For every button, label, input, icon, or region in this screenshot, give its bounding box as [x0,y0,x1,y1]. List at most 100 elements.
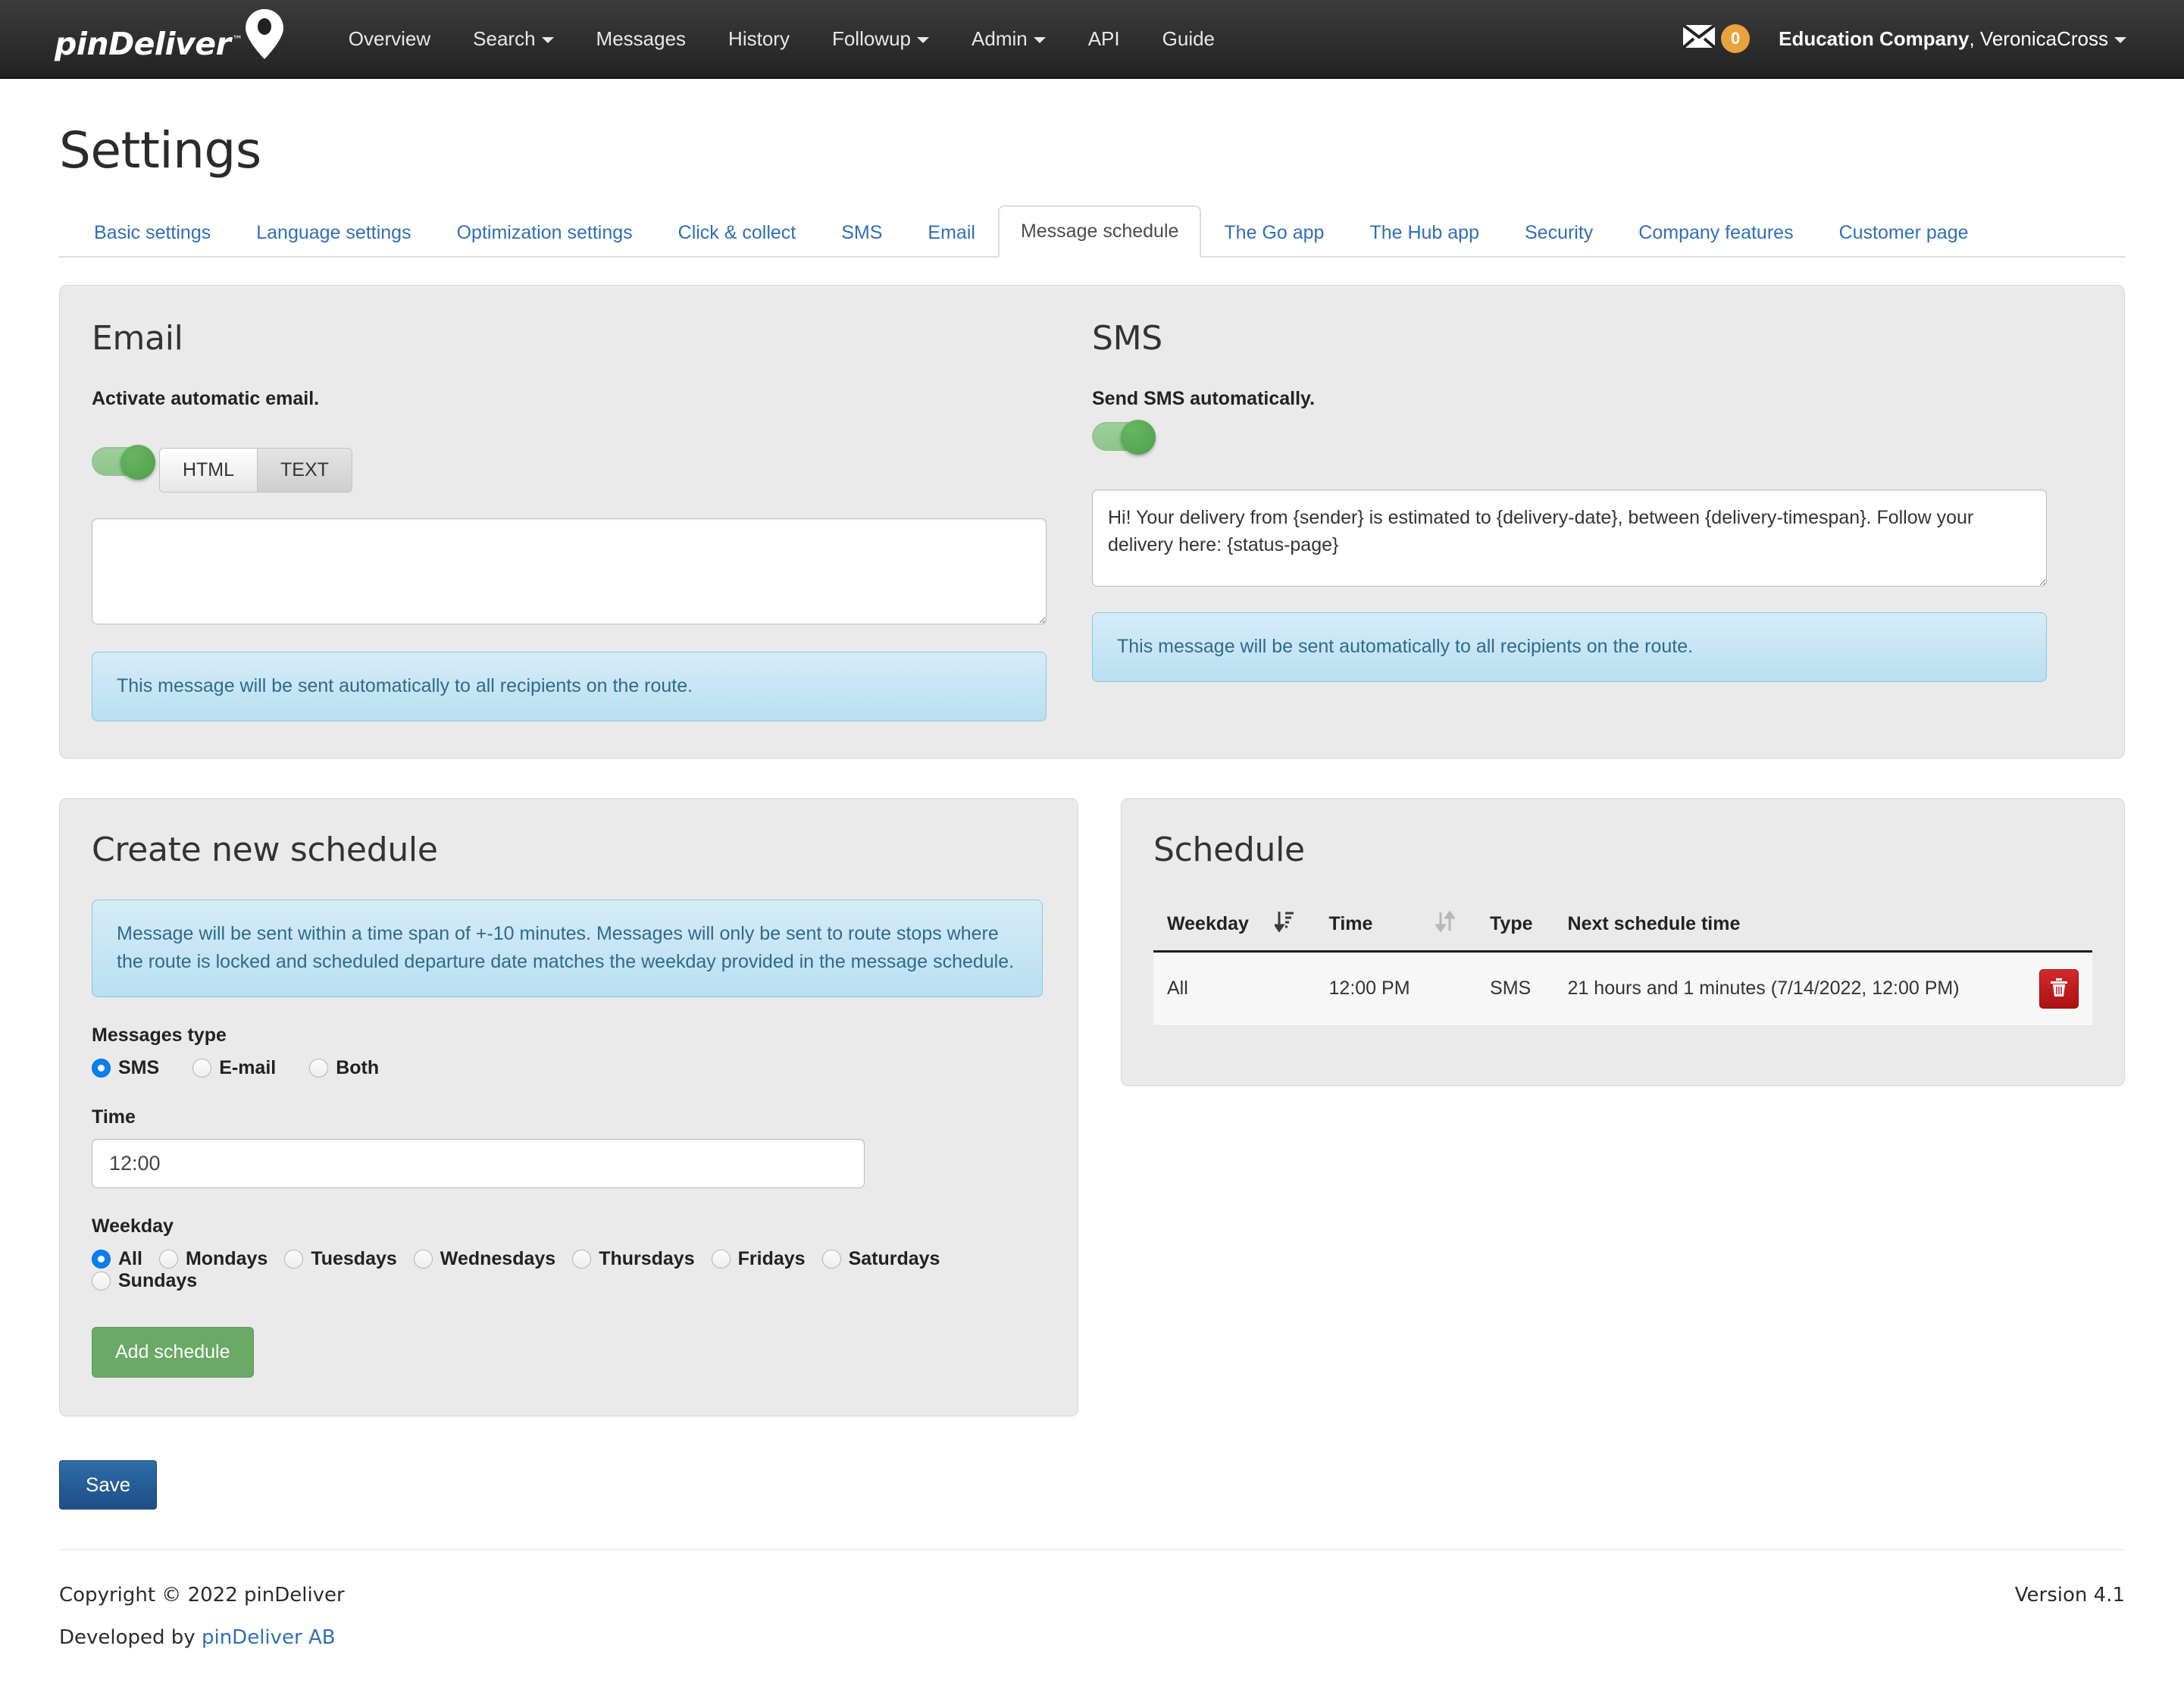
add-schedule-button[interactable]: Add schedule [92,1326,254,1378]
tab-the-hub-app[interactable]: The Hub app [1347,207,1502,258]
email-toggle-label: Activate automatic email. [92,388,320,409]
radio-indicator [192,1058,212,1078]
nav-item-messages[interactable]: Messages [575,0,708,78]
footer-developer-link[interactable]: pinDeliver AB [202,1626,336,1649]
tab-customer-page[interactable]: Customer page [1816,207,1992,258]
messages-type-radio-group: SMS E-mail Both [92,1057,1046,1079]
radio-label: E-mail [219,1056,277,1078]
cell-time: 12:00 PM [1315,951,1436,1026]
table-row: All 12:00 PM SMS 21 hours and 1 minutes … [1153,951,2092,1026]
nav-item-history[interactable]: History [707,0,811,78]
email-format-html-button[interactable]: HTML [158,448,258,493]
sms-section: SMS Send SMS automatically. This message… [1092,319,2092,721]
main-nav: Overview Search Messages History Followu… [327,0,1236,78]
chevron-down-icon [541,37,554,44]
sort-amount-desc-icon[interactable] [1272,899,1316,953]
email-message-textarea[interactable] [92,518,1047,624]
save-button[interactable]: Save [59,1460,158,1510]
schedule-table-head: Weekday Time Type Next schedule time [1153,899,2092,953]
tab-the-go-app[interactable]: The Go app [1201,207,1347,258]
column-header-type[interactable]: Type [1476,899,1554,953]
create-schedule-column: Create new schedule Message will be sent… [59,797,1078,1416]
weekday-label: Weekday [92,1215,174,1237]
email-format-text-button[interactable]: TEXT [258,448,352,493]
account-separator: , [1969,27,1980,50]
cell-type: SMS [1476,951,1554,1026]
toggle-knob [120,445,155,480]
nav-item-overview[interactable]: Overview [327,0,452,78]
email-info-alert: This message will be sent automatically … [92,652,1047,721]
column-header-time[interactable]: Time [1315,899,1436,953]
sms-message-textarea[interactable] [1092,490,2047,587]
radio-weekday-thursdays[interactable]: Thursdays [572,1247,695,1270]
radio-label: SMS [118,1056,160,1078]
tab-message-schedule[interactable]: Message schedule [997,205,1202,258]
radio-label: Thursdays [599,1247,695,1269]
nav-item-search[interactable]: Search [452,0,574,78]
radio-label: All [118,1247,142,1269]
tab-security[interactable]: Security [1502,207,1616,258]
cell-actions [2018,951,2092,1026]
radio-weekday-fridays[interactable]: Fridays [711,1247,806,1270]
activate-automatic-email-toggle[interactable] [92,445,155,480]
top-navbar: pinDeliver ™ Overview Search Messages His… [0,0,2184,79]
radio-weekday-tuesdays[interactable]: Tuesdays [284,1248,397,1270]
radio-weekday-wednesdays[interactable]: Wednesdays [413,1247,556,1270]
footer-developed-prefix: Developed by [59,1625,202,1649]
send-sms-automatically-toggle[interactable] [1092,420,1156,455]
tab-sms[interactable]: SMS [818,207,905,258]
schedule-table: Weekday Time Type Next schedule time All… [1153,899,2092,1026]
envelope-icon [1682,23,1716,53]
sort-icon[interactable] [1435,899,1477,953]
radio-indicator [821,1249,841,1269]
radio-label: Fridays [737,1247,806,1269]
column-header-next-schedule-time[interactable]: Next schedule time [1554,899,2019,953]
schedule-row: Create new schedule Message will be sent… [59,797,2125,1416]
schedule-column: Schedule Weekday Time Type Next schedule… [1121,797,2125,1416]
radio-indicator [92,1249,111,1269]
brand-logo[interactable]: pinDeliver ™ [55,0,283,78]
radio-messages-type-both[interactable]: Both [309,1057,379,1079]
footer-developed-by: Developed by pinDeliver AB [59,1626,345,1649]
tab-email[interactable]: Email [905,207,998,258]
email-section-title: Email [92,319,183,358]
radio-weekday-saturdays[interactable]: Saturdays [821,1247,940,1270]
email-section: Email Activate automatic email. HTML TEX… [92,319,1092,721]
tab-company-features[interactable]: Company features [1616,207,1816,258]
nav-item-followup[interactable]: Followup [811,0,950,78]
tab-language-settings[interactable]: Language settings [233,207,433,258]
radio-weekday-sundays[interactable]: Sundays [92,1270,197,1292]
page-title: Settings [59,121,261,180]
radio-indicator [92,1271,111,1291]
nav-item-admin[interactable]: Admin [950,0,1067,78]
radio-weekday-all[interactable]: All [92,1248,142,1270]
column-header-weekday[interactable]: Weekday [1153,899,1275,953]
delete-schedule-button[interactable] [2039,968,2079,1009]
chevron-down-icon [2114,37,2126,44]
tab-optimization-settings[interactable]: Optimization settings [434,207,656,258]
create-schedule-info-alert: Message will be sent within a time span … [92,899,1043,997]
messages-indicator[interactable]: 0 [1665,0,1768,78]
nav-item-api[interactable]: API [1067,0,1141,78]
schedule-panel: Schedule Weekday Time Type Next schedule… [1121,797,2125,1086]
schedule-table-body: All 12:00 PM SMS 21 hours and 1 minutes … [1153,951,2092,1026]
radio-messages-type-sms[interactable]: SMS [92,1057,159,1079]
trash-icon [2049,977,2069,1000]
cell-spacer-1 [1274,951,1316,1026]
footer-copyright: Copyright © 2022 pinDeliver [59,1583,345,1607]
messages-type-label: Messages type [92,1024,227,1046]
settings-tabs: Basic settings Language settings Optimiz… [59,205,2125,258]
footer-version: Version 4.1 [2014,1583,2125,1607]
radio-weekday-mondays[interactable]: Mondays [158,1247,268,1270]
create-schedule-title: Create new schedule [92,830,438,869]
radio-messages-type-email[interactable]: E-mail [192,1057,276,1079]
radio-label: Wednesdays [440,1247,556,1269]
toggle-knob [1121,420,1156,455]
time-input[interactable] [92,1138,865,1188]
tab-click-and-collect[interactable]: Click & collect [656,207,819,258]
user-account-menu[interactable]: Education Company, VeronicaCross [1768,0,2148,78]
nav-item-guide[interactable]: Guide [1141,0,1236,78]
radio-label: Saturdays [848,1247,940,1269]
radio-label: Mondays [185,1247,268,1269]
tab-basic-settings[interactable]: Basic settings [71,207,233,258]
